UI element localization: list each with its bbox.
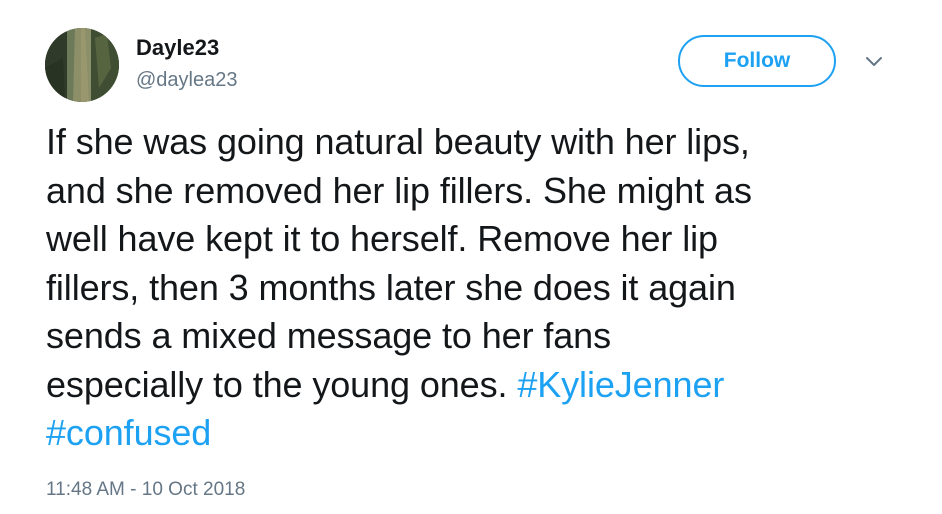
tweet-line: well have kept it to herself. Remove her… bbox=[46, 218, 718, 259]
author-handle[interactable]: @daylea23 bbox=[136, 67, 237, 93]
chevron-down-icon[interactable] bbox=[862, 52, 886, 72]
tweet-line-hashtag: #confused bbox=[46, 409, 916, 458]
avatar-image bbox=[45, 28, 119, 102]
avatar[interactable] bbox=[45, 28, 119, 102]
tweet-line-text: especially to the young ones. bbox=[46, 363, 508, 405]
tweet-line: If she was going natural beauty with her… bbox=[46, 121, 750, 162]
tweet-line-with-hashtag: especially to the young ones. #KylieJenn… bbox=[46, 361, 916, 410]
tweet-timestamp[interactable]: 11:48 AM - 10 Oct 2018 bbox=[46, 478, 245, 502]
author-display-name[interactable]: Dayle23 bbox=[136, 34, 219, 62]
hashtag-link[interactable]: #KylieJenner bbox=[517, 364, 724, 405]
follow-button[interactable]: Follow bbox=[678, 35, 836, 87]
tweet-line: fillers, then 3 months later she does it… bbox=[46, 266, 736, 308]
tweet-line: and she removed her lip fillers. She mig… bbox=[46, 169, 752, 211]
tweet-text: If she was going natural beauty with her… bbox=[46, 118, 916, 458]
tweet-line: sends a mixed message to her fans bbox=[46, 315, 612, 356]
hashtag-link[interactable]: #confused bbox=[46, 412, 211, 453]
